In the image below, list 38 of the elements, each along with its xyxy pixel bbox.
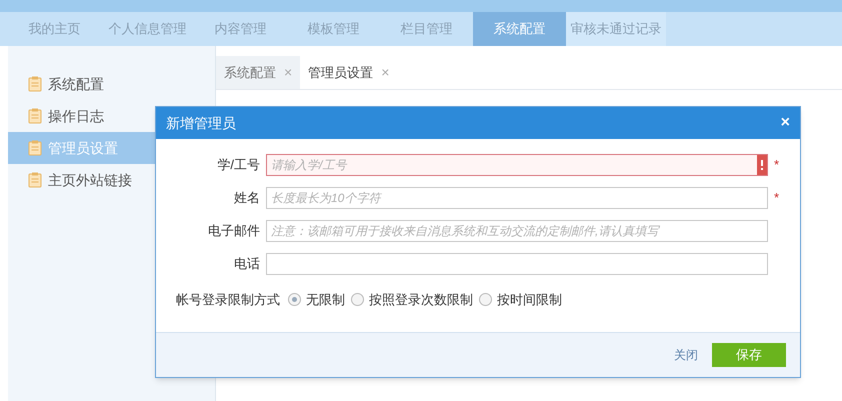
- required-mark: *: [774, 156, 780, 174]
- nav-tab[interactable]: 审核未通过记录: [566, 12, 666, 46]
- required-mark: *: [774, 189, 780, 208]
- field-label: 帐号登录限制方式: [176, 291, 280, 309]
- dialog-title: 新增管理员: [166, 114, 236, 132]
- radio-icon[interactable]: [288, 293, 301, 306]
- field-label: 电子邮件: [207, 222, 261, 240]
- radio-option[interactable]: 按时间限制: [479, 290, 562, 310]
- nav-tab[interactable]: 模板管理: [287, 12, 380, 46]
- error-icon: [757, 155, 767, 175]
- close-icon[interactable]: ×: [780, 111, 790, 135]
- save-button[interactable]: 保存: [712, 343, 786, 367]
- nav-tab[interactable]: 内容管理: [194, 12, 287, 46]
- nav-tab[interactable]: 我的主页: [8, 12, 101, 46]
- input-field[interactable]: 注意：该邮箱可用于接收来自消息系统和互动交流的定制邮件,请认真填写: [266, 220, 768, 242]
- document-icon: [28, 172, 42, 188]
- field-label: 学/工号: [216, 156, 261, 174]
- close-icon[interactable]: ×: [284, 62, 292, 83]
- radio-option[interactable]: 无限制: [288, 290, 345, 310]
- nav-tab[interactable]: 个人信息管理: [101, 12, 194, 46]
- document-icon: [28, 140, 42, 156]
- field-label: 姓名: [233, 189, 261, 208]
- document-icon: [28, 108, 42, 124]
- sidebar-item[interactable]: 系统配置: [8, 68, 215, 100]
- input-field[interactable]: 请输入学/工号: [266, 154, 768, 176]
- input-field[interactable]: [266, 253, 768, 275]
- close-icon[interactable]: ×: [381, 62, 390, 83]
- radio-option[interactable]: 按照登录次数限制: [351, 290, 473, 310]
- nav-tab[interactable]: 系统配置: [473, 12, 566, 46]
- input-field[interactable]: 长度最长为10个字符: [266, 187, 768, 209]
- field-label: 电话: [233, 255, 261, 274]
- sidebar-item[interactable]: 主页外站链接: [8, 164, 215, 196]
- document-icon: [28, 76, 42, 92]
- radio-icon[interactable]: [479, 293, 492, 306]
- nav-tab[interactable]: 栏目管理: [380, 12, 473, 46]
- page-tab[interactable]: 系统配置 ×: [216, 56, 300, 89]
- close-button[interactable]: 关闭: [674, 346, 698, 364]
- radio-icon[interactable]: [351, 293, 364, 306]
